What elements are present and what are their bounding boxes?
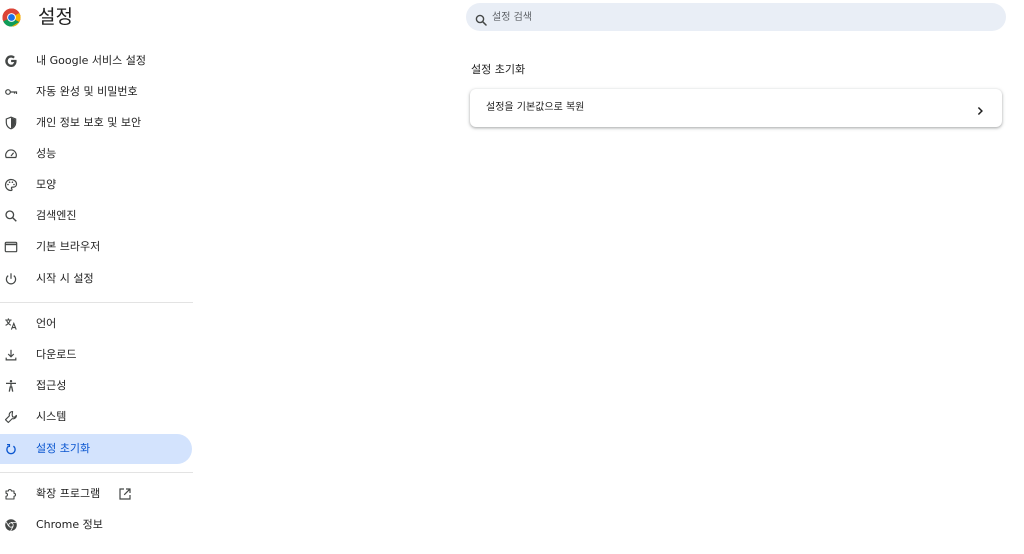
search-input[interactable] [492,3,992,31]
sidebar-item-default-browser[interactable]: 기본 브라우저 [0,232,192,262]
key-icon [4,85,18,99]
sidebar-item-downloads[interactable]: 다운로드 [0,340,192,370]
sidebar-item-reset-settings[interactable]: 설정 초기화 [0,434,192,464]
power-icon [4,272,18,286]
open-in-new-icon [118,486,132,500]
restore-defaults-label: 설정을 기본값으로 복원 [486,102,585,113]
sidebar-item-label: 시작 시 설정 [36,272,94,285]
sidebar-item-extensions[interactable]: 확장 프로그램 [0,479,192,509]
search-bar[interactable] [466,3,1006,31]
google-g-icon [4,54,18,68]
speedometer-icon [4,147,18,161]
sidebar-item-label: 다운로드 [36,348,77,361]
reset-icon [4,442,18,456]
sidebar-item-appearance[interactable]: 모양 [0,170,192,200]
sidebar-item-languages[interactable]: 언어 [0,309,192,339]
sidebar-item-label: 성능 [36,147,57,160]
sidebar-item-about-chrome[interactable]: Chrome 정보 [0,510,192,540]
sidebar-item-privacy[interactable]: 개인 정보 보호 및 보안 [0,108,192,138]
sidebar-item-label: Chrome 정보 [36,518,103,531]
sidebar-item-search-engine[interactable]: 검색엔진 [0,201,192,231]
sidebar-item-accessibility[interactable]: 접근성 [0,371,192,401]
search-icon [4,209,18,223]
sidebar-item-label: 언어 [36,317,57,330]
sidebar-item-google-services[interactable]: 내 Google 서비스 설정 [0,46,192,76]
browser-window-icon [4,240,18,254]
shield-icon [4,116,18,130]
sidebar-item-label: 확장 프로그램 [36,487,101,500]
sidebar-item-performance[interactable]: 성능 [0,139,192,169]
sidebar-item-label: 검색엔진 [36,209,77,222]
download-icon [4,348,18,362]
sidebar: 내 Google 서비스 설정 자동 완성 및 비밀번호 개인 정보 보호 및 … [0,0,195,554]
sidebar-item-label: 설정 초기화 [36,442,91,455]
sidebar-item-system[interactable]: 시스템 [0,402,192,432]
sidebar-item-label: 기본 브라우저 [36,240,101,253]
section-title: 설정 초기화 [471,63,526,76]
translate-icon [4,317,18,331]
sidebar-item-label: 모양 [36,178,57,191]
accessibility-icon [4,379,18,393]
sidebar-item-on-startup[interactable]: 시작 시 설정 [0,264,192,294]
palette-icon [4,178,18,192]
sidebar-divider [0,302,193,303]
search-icon [475,11,487,26]
sidebar-divider [0,472,193,473]
sidebar-item-label: 개인 정보 보호 및 보안 [36,116,142,129]
wrench-icon [4,410,18,424]
sidebar-item-label: 내 Google 서비스 설정 [36,54,146,67]
puzzle-icon [4,487,18,501]
settings-page: 설정 내 Google 서비스 설정 자동 완성 및 비밀번호 [0,0,1024,554]
sidebar-item-label: 접근성 [36,379,67,392]
chevron-right-icon [974,102,986,116]
sidebar-item-label: 자동 완성 및 비밀번호 [36,85,138,98]
reset-settings-card: 설정을 기본값으로 복원 [470,89,1002,127]
restore-defaults-row[interactable]: 설정을 기본값으로 복원 [470,89,1002,127]
chrome-outline-icon [4,518,18,532]
sidebar-item-autofill[interactable]: 자동 완성 및 비밀번호 [0,77,192,107]
sidebar-item-label: 시스템 [36,410,67,423]
